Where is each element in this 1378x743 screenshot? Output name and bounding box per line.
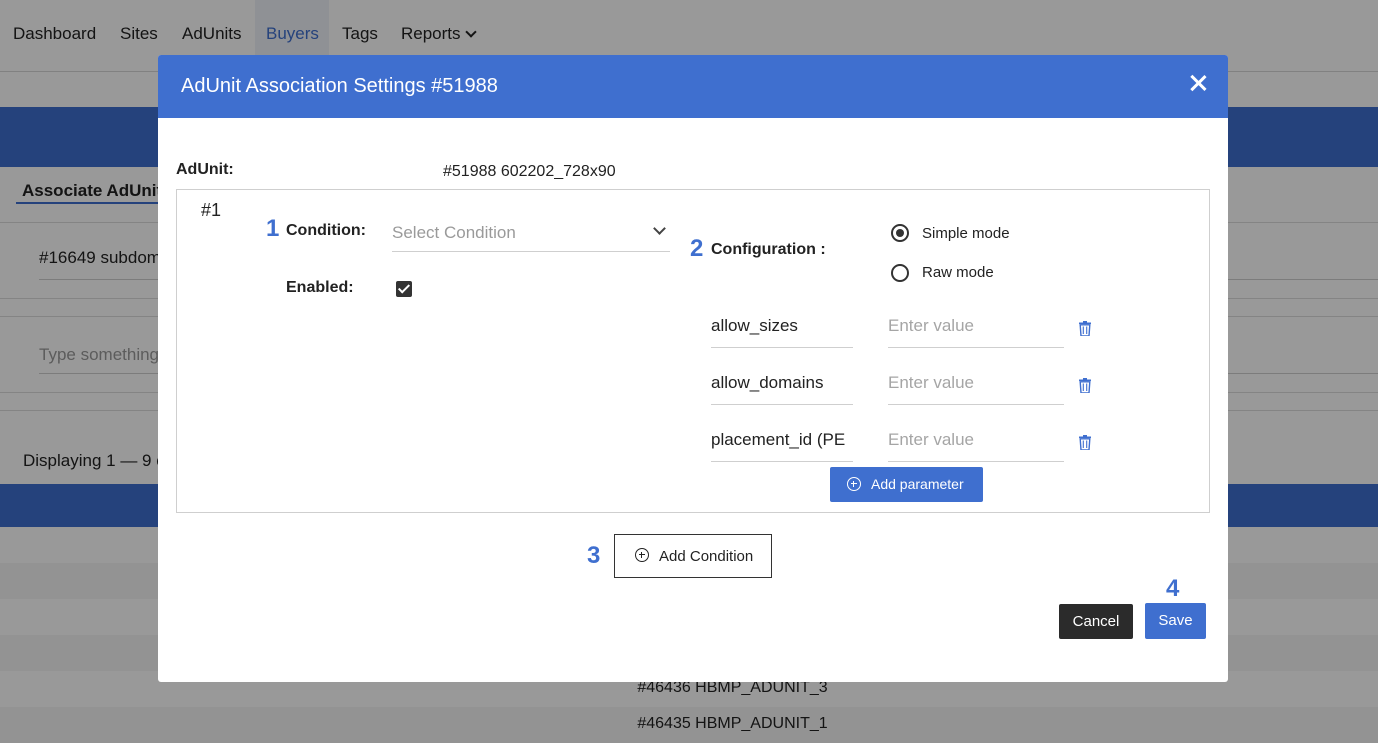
modal-header: AdUnit Association Settings #51988: [158, 55, 1228, 118]
condition-label: Condition:: [286, 222, 366, 239]
condition-select-placeholder: Select Condition: [392, 223, 516, 242]
raw-mode-label[interactable]: Raw mode: [922, 264, 994, 281]
parameter-key-field[interactable]: placement_id (PE: [711, 422, 853, 462]
simple-mode-label[interactable]: Simple mode: [922, 225, 1010, 242]
simple-mode-radio[interactable]: [891, 224, 909, 242]
trash-icon[interactable]: [1079, 378, 1091, 393]
condition-index: #1: [201, 200, 222, 220]
condition-select[interactable]: Select Condition: [392, 216, 670, 252]
plus-circle-icon: [847, 477, 861, 491]
adunit-label: AdUnit:: [176, 161, 234, 178]
trash-icon[interactable]: [1079, 321, 1091, 336]
parameter-value-field[interactable]: Enter value: [888, 308, 1064, 348]
trash-icon[interactable]: [1079, 435, 1091, 450]
step-marker-1: 1: [266, 215, 280, 242]
plus-circle-icon: [635, 548, 649, 562]
condition-block: #1 1 Condition: Select Condition Enabled…: [176, 189, 1210, 513]
add-parameter-button[interactable]: Add parameter: [830, 467, 983, 502]
save-button[interactable]: Save: [1145, 603, 1206, 639]
chevron-down-icon: [653, 222, 666, 235]
cancel-button[interactable]: Cancel: [1059, 604, 1133, 639]
modal-title: AdUnit Association Settings #51988: [181, 75, 498, 97]
step-marker-3: 3: [587, 542, 601, 569]
parameter-value-field[interactable]: Enter value: [888, 422, 1064, 462]
parameter-value-field[interactable]: Enter value: [888, 365, 1064, 405]
raw-mode-radio[interactable]: [891, 264, 909, 282]
step-marker-4: 4: [1166, 575, 1180, 602]
add-condition-label: Add Condition: [659, 548, 754, 565]
adunit-association-modal: AdUnit Association Settings #51988 AdUni…: [158, 55, 1228, 682]
enabled-label: Enabled:: [286, 279, 354, 296]
adunit-value: #51988 602202_728x90: [443, 163, 616, 180]
parameter-key-field[interactable]: allow_domains: [711, 365, 853, 405]
parameter-key-field[interactable]: allow_sizes: [711, 308, 853, 348]
step-marker-2: 2: [690, 235, 704, 262]
enabled-checkbox[interactable]: [396, 281, 412, 297]
add-condition-button[interactable]: Add Condition: [614, 534, 772, 578]
add-parameter-label: Add parameter: [871, 476, 964, 492]
configuration-label: Configuration :: [711, 241, 826, 258]
close-icon[interactable]: [1188, 73, 1208, 93]
